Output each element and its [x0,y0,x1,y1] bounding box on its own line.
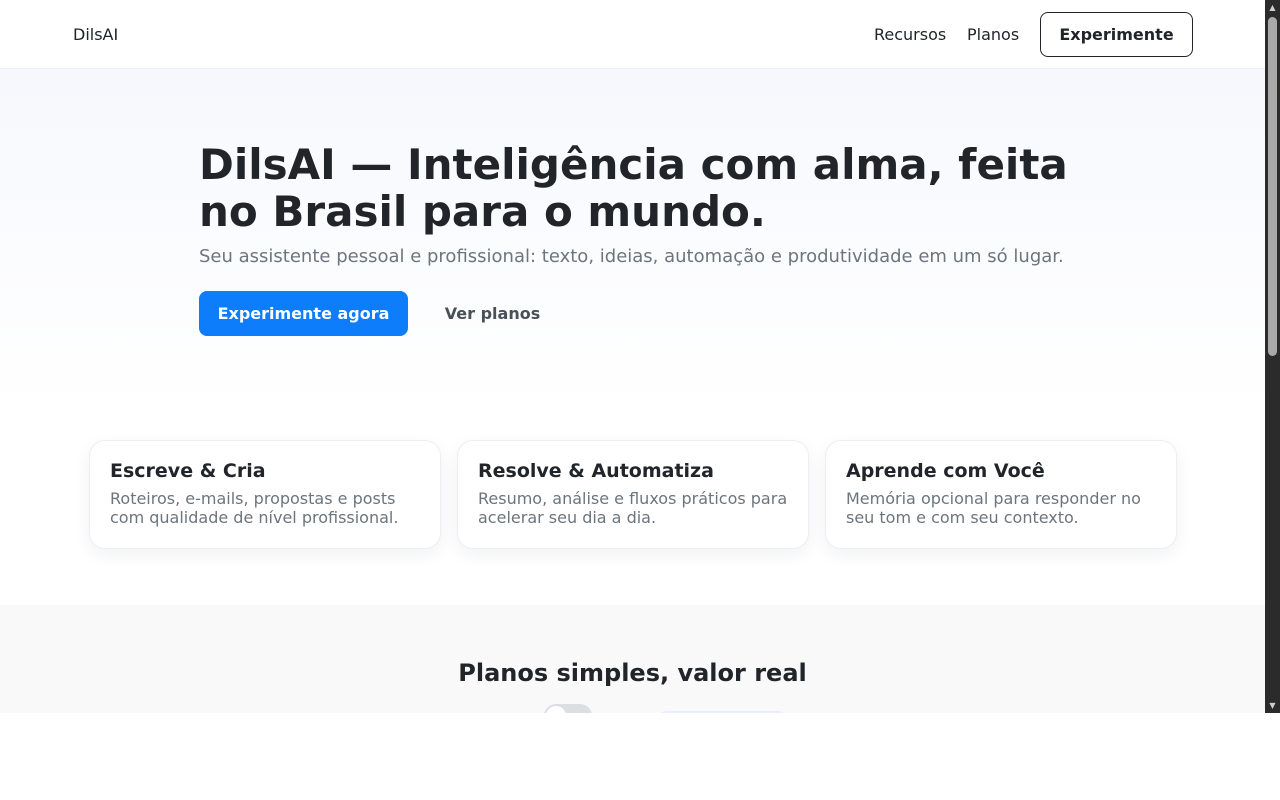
navbar: DilsAI Recursos Planos Experimente [0,0,1265,69]
triangle-down-icon[interactable]: ▼ [1265,698,1280,713]
toggle-knob [546,706,566,713]
feature-card-title: Escreve & Cria [110,460,266,482]
feature-card-description: Memória opcional para responder no seu t… [846,489,1141,527]
ver-planos-button[interactable]: Ver planos [427,291,558,336]
triangle-up-icon[interactable]: ▲ [1265,0,1280,15]
feature-card-description: Resumo, análise e fluxos práticos para a… [478,489,788,527]
brand-logo[interactable]: DilsAI [73,25,118,44]
hero-section: DilsAI — Inteligência com alma, feita no… [0,69,1265,409]
feature-card-title: Aprende com Você [846,460,1045,482]
vertical-scrollbar[interactable]: ▲ ▼ [1265,0,1280,713]
experimente-agora-button[interactable]: Experimente agora [199,291,408,336]
hero-subtitle: Seu assistente pessoal e profissional: t… [199,246,1064,267]
experimente-button[interactable]: Experimente [1040,12,1193,57]
plans-section: Planos simples, valor real [0,605,1265,713]
billing-toggle[interactable] [544,704,592,713]
feature-card-description: Roteiros, e-mails, propostas e posts com… [110,489,399,527]
billing-badge [655,711,789,713]
plans-title: Planos simples, valor real [458,659,807,687]
feature-card-title: Resolve & Automatiza [478,460,714,482]
feature-card-resolve: Resolve & Automatiza Resumo, análise e f… [457,440,809,549]
page-viewport: DilsAI Recursos Planos Experimente DilsA… [0,0,1265,713]
nav-link-recursos[interactable]: Recursos [874,25,946,44]
scrollbar-thumb[interactable] [1268,17,1277,356]
hero-title: DilsAI — Inteligência com alma, feita no… [199,140,1068,236]
feature-card-escreve: Escreve & Cria Roteiros, e-mails, propos… [89,440,441,549]
nav-link-planos[interactable]: Planos [967,25,1019,44]
feature-card-aprende: Aprende com Você Memória opcional para r… [825,440,1177,549]
